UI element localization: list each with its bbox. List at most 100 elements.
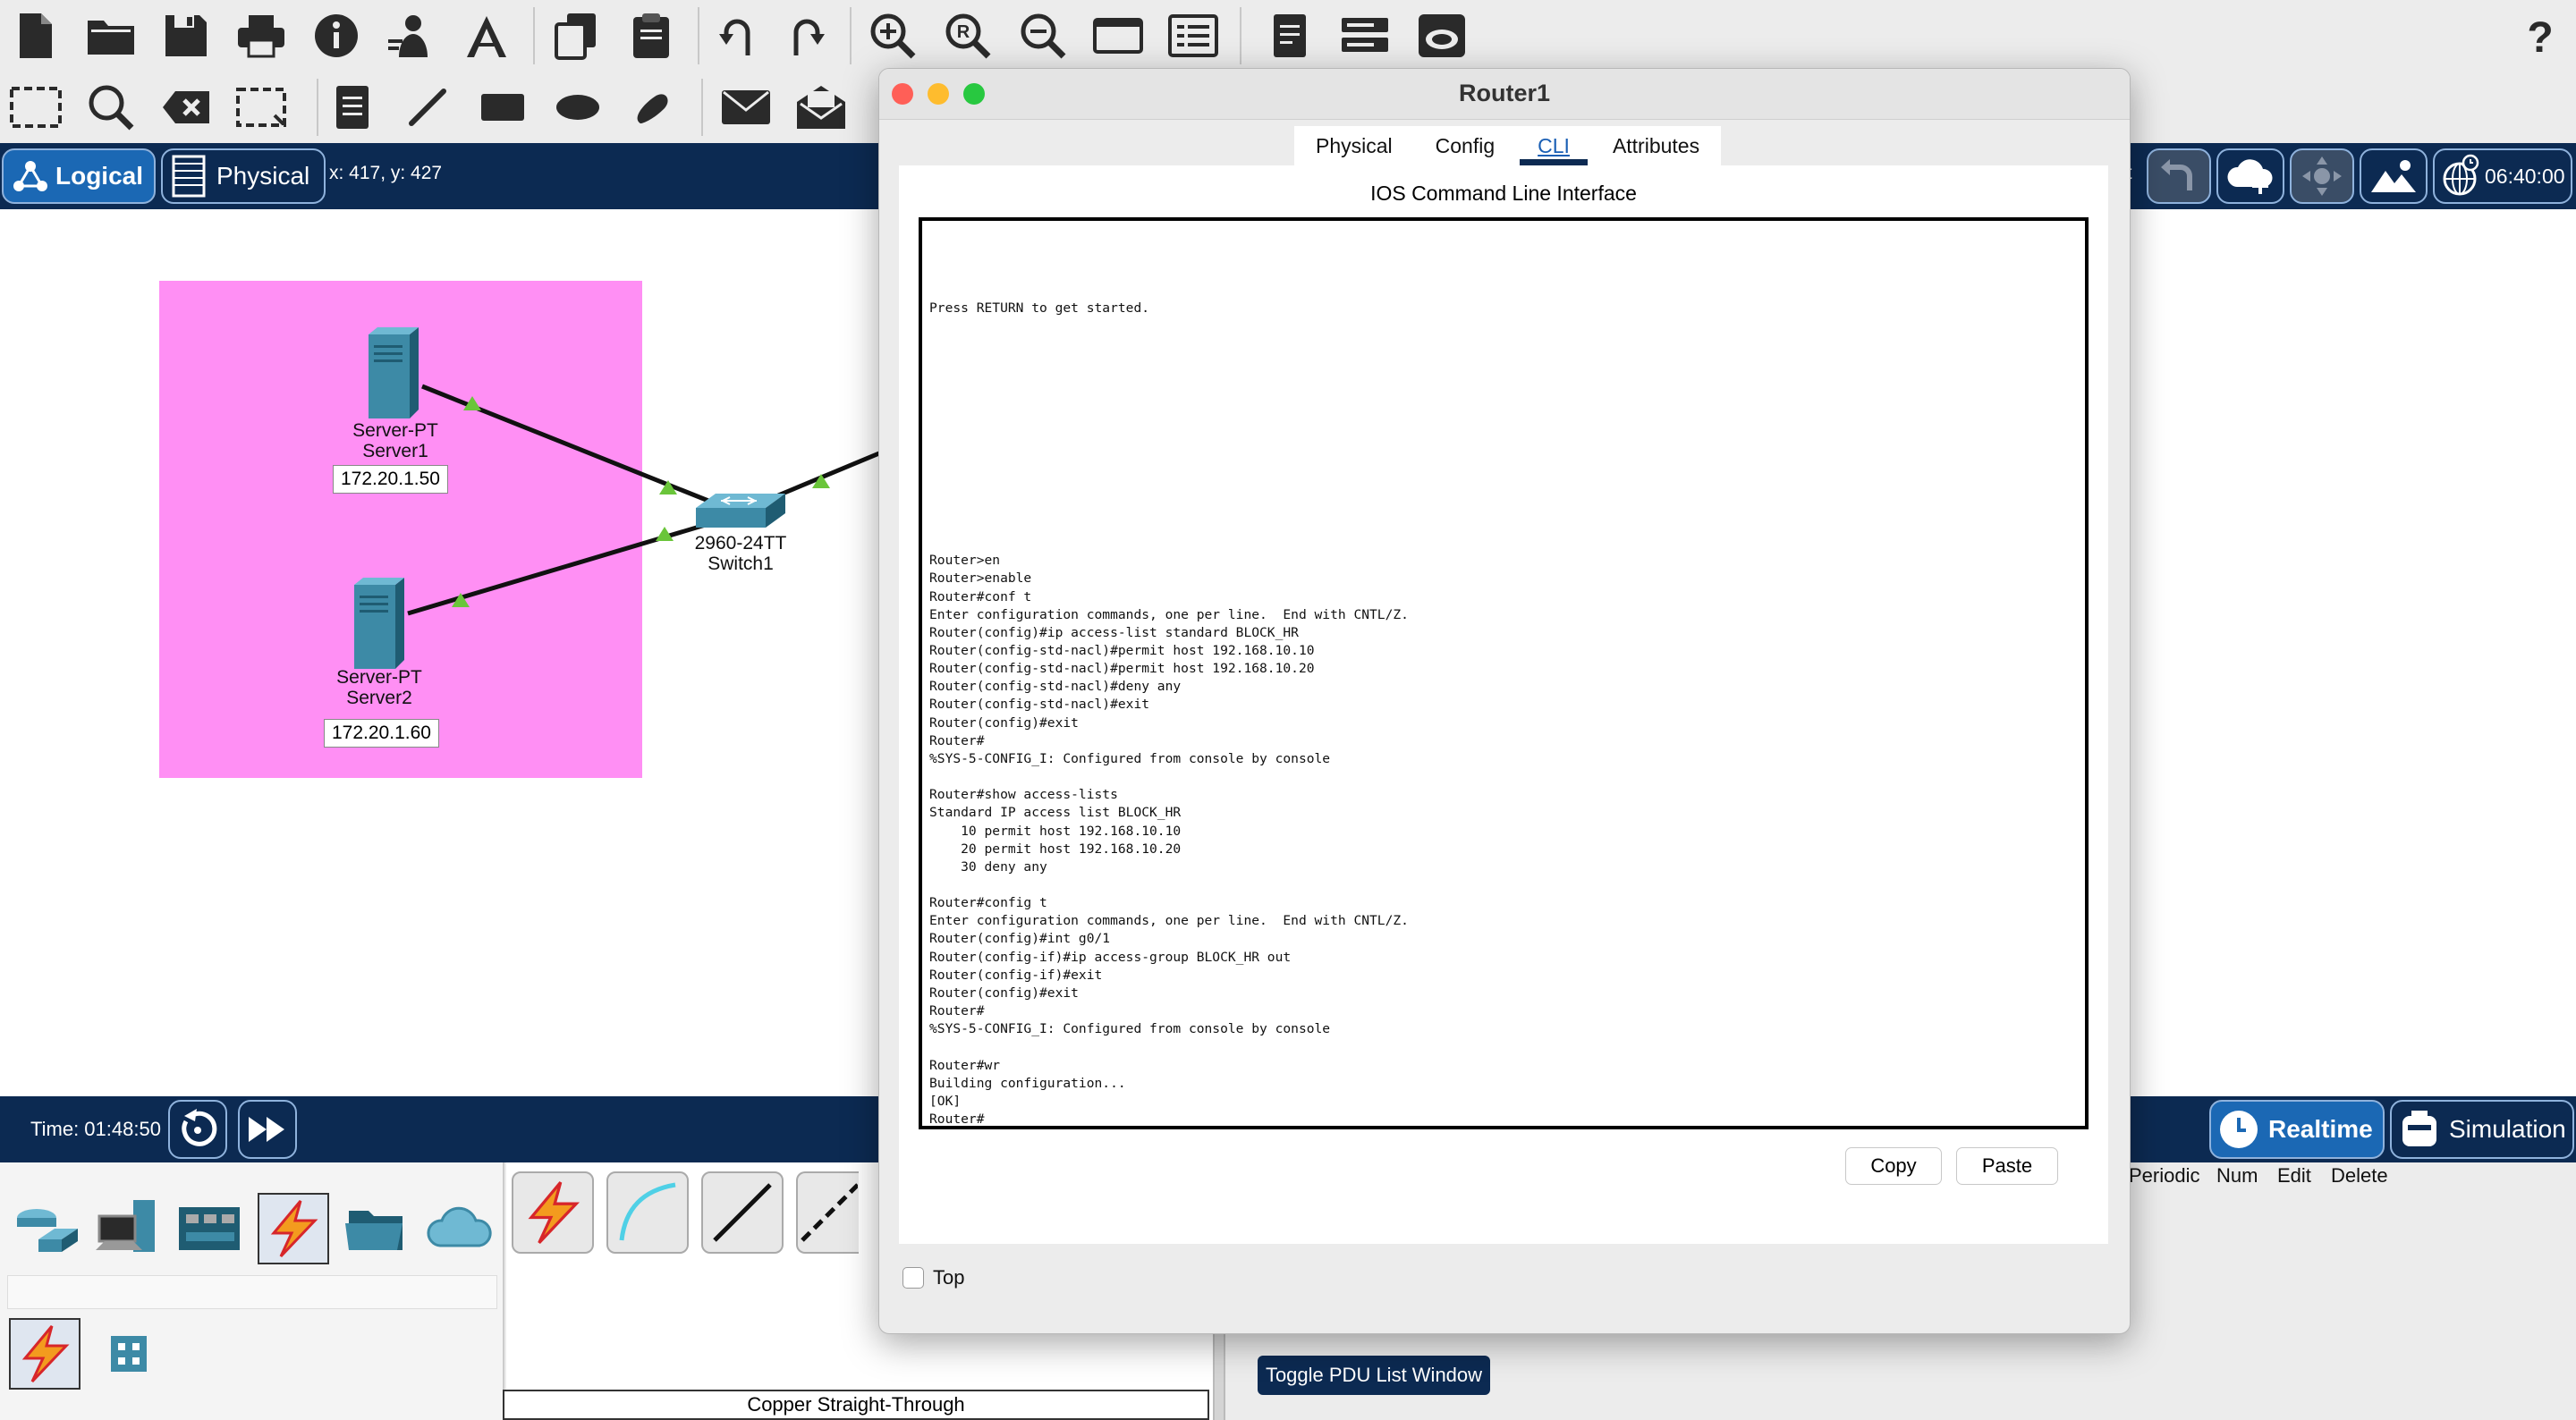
main-toolbar: R ? [0,0,2576,72]
pdu-col-periodic[interactable]: Periodic [2129,1164,2199,1188]
simple-pdu-icon[interactable] [717,79,775,136]
tab-attributes[interactable]: Attributes [1591,126,1721,165]
toggle-pdu-list-button[interactable]: Toggle PDU List Window [1258,1356,1490,1395]
power-cycle-button[interactable] [168,1100,227,1159]
user-profile-icon[interactable] [383,7,440,64]
realtime-mode-button[interactable]: Realtime [2209,1100,2385,1159]
top-label: Top [933,1266,965,1289]
tab-config[interactable]: Config [1414,126,1516,165]
server1-model: Server-PT [352,420,438,441]
top-checkbox[interactable] [902,1267,924,1289]
select-icon[interactable] [7,79,64,136]
elapsed-time: Time: 01:48:50 [30,1118,161,1140]
back-button[interactable] [2147,148,2211,204]
notes-icon[interactable] [1261,7,1318,64]
switch1-label: 2960-24TT Switch1 [669,533,812,574]
freeform-icon[interactable] [624,79,682,136]
server2-model: Server-PT [336,667,422,688]
save-icon[interactable] [157,7,215,64]
redo-icon[interactable] [775,7,832,64]
cli-terminal[interactable]: Press RETURN to get started. Router>en R… [919,217,2089,1129]
place-note-icon[interactable] [324,79,381,136]
cloud-add-icon [2224,156,2276,196]
crossover-cable-icon [799,1181,858,1244]
connections-category[interactable] [258,1193,329,1264]
delete-icon[interactable] [157,79,215,136]
router1-window: Router1 Physical Config CLI Attributes I… [878,68,2131,1334]
zoom-reset-icon[interactable]: R [939,7,996,64]
tab-cli[interactable]: CLI [1516,126,1591,165]
straight-through-cable-button[interactable] [701,1171,784,1254]
complex-pdu-icon[interactable] [792,79,850,136]
inspect-icon[interactable] [82,79,140,136]
draw-rectangle-icon[interactable] [474,79,531,136]
console-cable-icon [616,1181,679,1244]
paste-button[interactable]: Paste [1956,1147,2058,1185]
logical-mode-label: Logical [55,162,144,190]
server1-ip-note[interactable]: 172.20.1.50 [333,465,448,494]
switch1-device[interactable] [694,490,787,531]
grid-view-button[interactable] [93,1318,165,1390]
copy-button[interactable]: Copy [1845,1147,1942,1185]
simulation-mode-button[interactable]: Simulation [2390,1100,2574,1159]
draw-line-icon[interactable] [399,79,456,136]
folder-icon [343,1204,408,1254]
cluster-icon[interactable] [1413,7,1470,64]
switch1-model: 2960-24TT [694,533,787,554]
window-titlebar[interactable]: Router1 [879,69,2130,120]
server2-device[interactable] [347,576,406,671]
end-devices-category[interactable] [91,1193,163,1264]
viewport-clock-button[interactable]: 06:40:00 [2433,148,2572,204]
fast-forward-icon [247,1115,288,1144]
network-devices-category[interactable] [11,1193,82,1264]
background-button[interactable] [2360,148,2428,204]
cloud-icon [426,1206,494,1251]
console-cable-button[interactable] [606,1171,689,1254]
move-object-button[interactable] [2290,148,2354,204]
device-icon[interactable] [1336,7,1394,64]
copy-icon[interactable] [547,7,605,64]
new-file-icon[interactable] [7,7,64,64]
lightning-icon [16,1324,73,1383]
activity-wizard-icon[interactable] [458,7,515,64]
tab-physical[interactable]: Physical [1294,126,1414,165]
help-icon[interactable]: ? [2512,7,2569,64]
components-category[interactable] [174,1193,245,1264]
draw-ellipse-icon[interactable] [549,79,606,136]
print-icon[interactable] [233,7,290,64]
info-icon[interactable] [308,7,365,64]
svg-text:R: R [957,22,970,42]
multiuser-category[interactable] [424,1193,496,1264]
custom-devices-icon[interactable] [1165,7,1222,64]
lightning-icon [265,1199,322,1258]
subcategory-search[interactable] [7,1275,497,1309]
zoom-out-icon[interactable] [1014,7,1072,64]
auto-connection-button[interactable] [512,1171,594,1254]
paste-icon[interactable] [623,7,680,64]
server2-ip-note[interactable]: 172.20.1.60 [324,719,439,748]
switch1-name: Switch1 [708,554,774,574]
resize-icon[interactable] [233,79,290,136]
new-cluster-button[interactable] [2216,148,2284,204]
pdu-col-edit[interactable]: Edit [2277,1164,2311,1188]
server1-device[interactable] [361,325,420,420]
move-arrows-icon [2301,156,2343,197]
drawing-palette-icon[interactable] [1089,7,1147,64]
simulation-label: Simulation [2449,1115,2566,1143]
pdu-col-delete[interactable]: Delete [2331,1164,2388,1188]
grid-icon [109,1334,148,1374]
logical-mode-button[interactable]: Logical [2,148,156,204]
miscellaneous-category[interactable] [340,1193,411,1264]
server2-name: Server2 [346,688,412,708]
open-folder-icon[interactable] [82,7,140,64]
physical-mode-button[interactable]: Physical [161,148,326,204]
undo-icon[interactable] [712,7,769,64]
crossover-cable-button[interactable] [796,1171,859,1254]
power-cycle-icon [177,1109,218,1150]
clock-icon [2218,1109,2259,1150]
zoom-in-icon[interactable] [864,7,921,64]
cli-heading: IOS Command Line Interface [1370,182,1637,205]
fast-forward-button[interactable] [238,1100,297,1159]
automatic-connection-button[interactable] [9,1318,80,1390]
pdu-col-num[interactable]: Num [2216,1164,2258,1188]
